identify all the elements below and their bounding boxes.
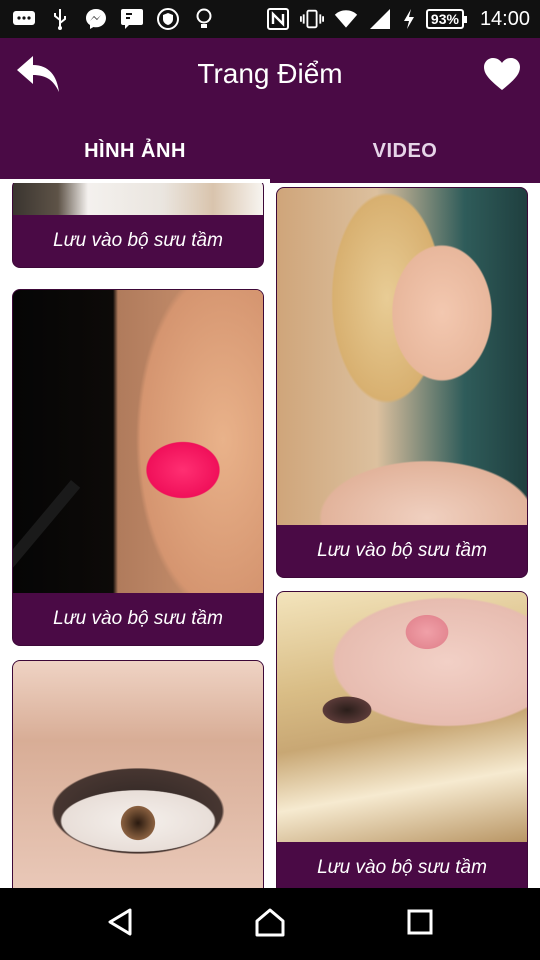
favorite-button[interactable] <box>480 54 524 98</box>
battery-indicator: 93% <box>425 9 467 29</box>
tab-bar: HÌNH ẢNH VIDEO <box>0 128 540 183</box>
status-bar: 93% 14:00 <box>0 0 540 38</box>
image-card[interactable] <box>12 660 264 888</box>
nav-home-button[interactable] <box>250 906 290 942</box>
nav-back-button[interactable] <box>100 906 140 942</box>
image-card[interactable]: Lưu vào bộ sưu tầm <box>276 591 528 888</box>
save-to-collection-button[interactable]: Lưu vào bộ sưu tầm <box>277 842 527 888</box>
wifi-icon <box>334 7 358 31</box>
page-title: Trang Điểm <box>197 58 343 89</box>
clock: 14:00 <box>479 7 530 30</box>
image-grid[interactable]: Lưu vào bộ sưu tầm Lưu vào bộ sưu tầm Lư… <box>0 183 540 888</box>
recents-icon <box>406 908 434 941</box>
messenger-icon <box>84 7 108 31</box>
message-icon <box>120 7 144 31</box>
vibrate-icon <box>299 7 324 31</box>
lipstick-brush-image[interactable] <box>13 290 263 593</box>
save-to-collection-button[interactable]: Lưu vào bộ sưu tầm <box>13 593 263 645</box>
smoky-eye-image[interactable] <box>13 661 263 888</box>
image-card[interactable]: Lưu vào bộ sưu tầm <box>12 289 264 646</box>
heart-icon <box>483 57 521 96</box>
tab-video[interactable]: VIDEO <box>270 128 540 183</box>
blonde-portrait-image[interactable] <box>277 188 527 525</box>
home-icon <box>254 907 286 942</box>
signal-icon <box>368 7 392 31</box>
save-to-collection-button[interactable]: Lưu vào bộ sưu tầm <box>277 525 527 577</box>
tab-images[interactable]: HÌNH ẢNH <box>0 128 270 183</box>
save-to-collection-button[interactable]: Lưu vào bộ sưu tầm <box>13 215 263 267</box>
usb-icon <box>48 7 72 31</box>
app-bar: Trang Điểm HÌNH ẢNH VIDEO <box>0 38 540 183</box>
image-card[interactable]: Lưu vào bộ sưu tầm <box>12 183 264 268</box>
messaging-icon <box>12 7 36 31</box>
charging-icon <box>402 7 416 31</box>
back-triangle-icon <box>106 907 134 942</box>
lightbulb-icon <box>192 7 216 31</box>
nfc-icon <box>266 7 290 31</box>
image-card[interactable]: Lưu vào bộ sưu tầm <box>276 187 528 578</box>
hair-partial-image[interactable] <box>13 183 263 215</box>
blonde-lying-image[interactable] <box>277 592 527 842</box>
nav-recents-button[interactable] <box>400 906 440 942</box>
shield-icon <box>156 7 180 31</box>
navigation-bar <box>0 888 540 960</box>
